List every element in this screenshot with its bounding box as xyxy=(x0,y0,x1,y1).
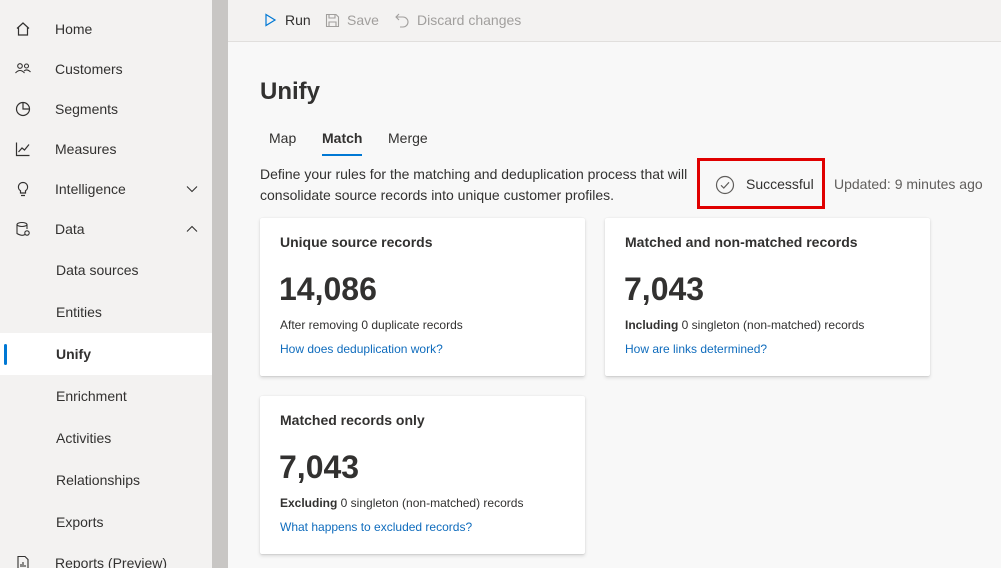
card-title: Unique source records xyxy=(280,234,433,250)
sidebar-scrollbar[interactable] xyxy=(212,0,228,568)
left-navigation: Home Customers Segments Measures Intelli… xyxy=(0,0,212,568)
page-description: Define your rules for the matching and d… xyxy=(260,166,688,203)
nav-item-label: Data xyxy=(55,221,85,237)
card-unique-source-records: Unique source records 14,086 After remov… xyxy=(260,218,585,376)
updated-timestamp: Updated: 9 minutes ago xyxy=(834,176,983,192)
nav-subitem-exports[interactable]: Exports xyxy=(0,501,212,543)
card-help-link[interactable]: How does deduplication work? xyxy=(280,342,443,356)
card-note: Including 0 singleton (non-matched) reco… xyxy=(625,318,864,332)
card-value: 7,043 xyxy=(624,271,705,307)
nav-subitem-label: Enrichment xyxy=(56,388,127,404)
nav-subitem-label: Exports xyxy=(56,514,104,530)
customers-icon xyxy=(14,60,32,78)
card-help-link[interactable]: How are links determined? xyxy=(625,342,767,356)
discard-changes-button[interactable]: Discard changes xyxy=(393,0,521,40)
card-note-text: 0 singleton (non-matched) records xyxy=(337,496,524,510)
card-note-text: 0 singleton (non-matched) records xyxy=(678,318,865,332)
undo-icon xyxy=(393,11,411,29)
nav-subitem-label: Data sources xyxy=(56,262,139,278)
measures-icon xyxy=(14,140,32,158)
tab-merge[interactable]: Merge xyxy=(388,122,428,154)
run-button[interactable]: Run xyxy=(261,0,311,40)
nav-item-reports[interactable]: Reports (Preview) xyxy=(0,543,212,568)
nav-item-customers[interactable]: Customers xyxy=(0,49,212,89)
play-icon xyxy=(261,11,279,29)
nav-item-label: Reports (Preview) xyxy=(55,555,168,568)
nav-item-data[interactable]: Data xyxy=(0,209,212,249)
card-value: 14,086 xyxy=(279,271,377,307)
card-note-text: After removing 0 duplicate records xyxy=(280,318,463,332)
nav-item-segments[interactable]: Segments xyxy=(0,89,212,129)
tab-match[interactable]: Match xyxy=(322,122,363,156)
segments-icon xyxy=(14,100,32,118)
save-icon xyxy=(323,11,341,29)
nav-item-label: Intelligence xyxy=(55,181,126,197)
report-icon xyxy=(14,554,32,568)
nav-item-label: Customers xyxy=(55,61,123,77)
card-title: Matched records only xyxy=(280,412,425,428)
card-matched-records-only: Matched records only 7,043 Excluding 0 s… xyxy=(260,396,585,554)
save-button[interactable]: Save xyxy=(323,0,379,40)
lightbulb-icon xyxy=(14,180,32,198)
home-icon xyxy=(14,20,32,38)
nav-item-label: Home xyxy=(55,21,93,37)
discard-label: Discard changes xyxy=(417,12,522,28)
card-note: Excluding 0 singleton (non-matched) reco… xyxy=(280,496,523,510)
nav-item-measures[interactable]: Measures xyxy=(0,129,212,169)
status-text: Successful xyxy=(746,176,814,192)
card-note-prefix: Including xyxy=(625,318,679,332)
card-matched-and-non-matched-records: Matched and non-matched records 7,043 In… xyxy=(605,218,930,376)
main-content: Unify Map Match Merge Define your rules … xyxy=(228,42,1001,568)
command-bar: Run Save Discard changes xyxy=(228,0,1001,42)
nav-subitem-data-sources[interactable]: Data sources xyxy=(0,249,212,291)
nav-item-intelligence[interactable]: Intelligence xyxy=(0,169,212,209)
page-title: Unify xyxy=(260,78,320,105)
nav-item-label: Segments xyxy=(55,101,119,117)
data-icon xyxy=(14,220,32,238)
nav-subitem-entities[interactable]: Entities xyxy=(0,291,212,333)
status-indicator: Successful xyxy=(697,158,825,209)
card-note-prefix: Excluding xyxy=(280,496,338,510)
nav-item-home[interactable]: Home xyxy=(0,9,212,49)
tab-label: Map xyxy=(269,130,297,146)
run-label: Run xyxy=(285,12,311,28)
nav-subitem-activities[interactable]: Activities xyxy=(0,417,212,459)
nav-item-label: Measures xyxy=(55,141,117,157)
card-title: Matched and non-matched records xyxy=(625,234,858,250)
save-label: Save xyxy=(347,12,379,28)
tab-label: Match xyxy=(322,130,363,146)
card-help-link[interactable]: What happens to excluded records? xyxy=(280,520,472,534)
check-circle-icon xyxy=(715,175,735,195)
card-note: After removing 0 duplicate records xyxy=(280,318,463,332)
nav-subitem-unify[interactable]: Unify xyxy=(0,333,212,375)
tab-map[interactable]: Map xyxy=(269,122,296,154)
active-indicator xyxy=(4,344,7,365)
nav-subitem-label: Relationships xyxy=(56,472,141,488)
nav-subitem-enrichment[interactable]: Enrichment xyxy=(0,375,212,417)
nav-subitem-label: Entities xyxy=(56,304,102,320)
chevron-up-icon[interactable] xyxy=(184,221,200,237)
chevron-down-icon[interactable] xyxy=(184,181,200,197)
nav-subitem-label: Unify xyxy=(56,346,91,362)
card-value: 7,043 xyxy=(279,449,360,485)
nav-subitem-relationships[interactable]: Relationships xyxy=(0,459,212,501)
nav-subitem-label: Activities xyxy=(56,430,112,446)
tab-label: Merge xyxy=(388,130,428,146)
